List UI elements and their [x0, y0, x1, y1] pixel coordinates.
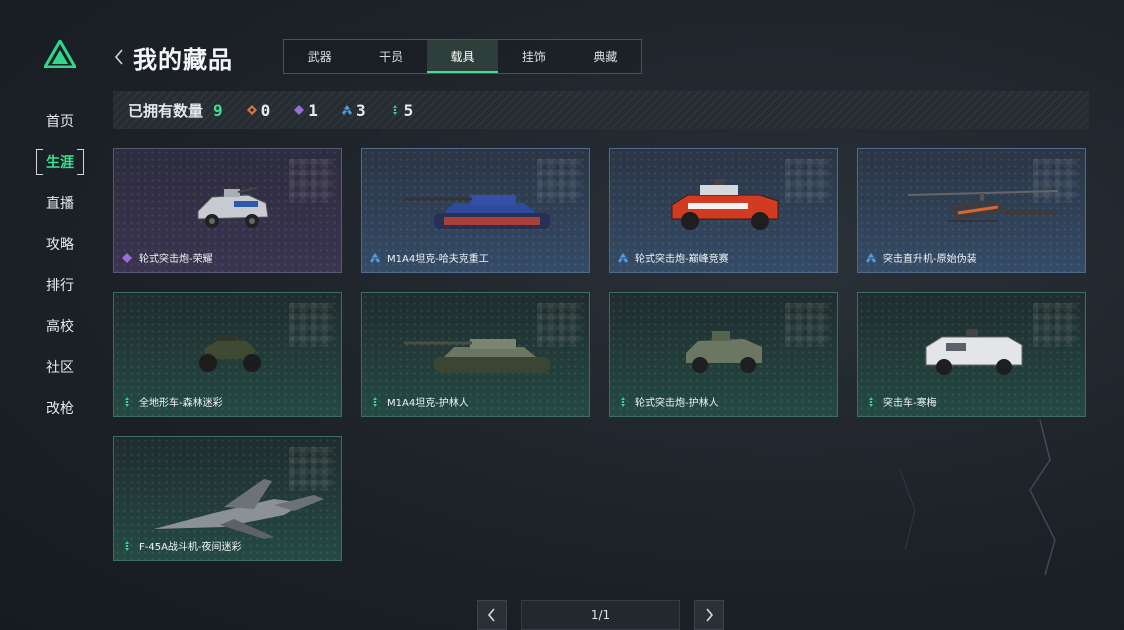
tab-operators[interactable]: 干员 [355, 40, 426, 73]
collection-tabs: 武器 干员 载具 挂饰 典藏 [283, 39, 642, 74]
owned-total-count: 9 [213, 100, 223, 120]
vehicle-name: 轮式突击炮-荣耀 [139, 254, 213, 265]
vehicle-card[interactable]: M1A4坦克-护林人 [361, 292, 590, 417]
orange-count: 0 [260, 100, 271, 120]
nav-item-career[interactable]: 生涯 [34, 141, 86, 182]
tank-icon [404, 339, 550, 373]
vehicle-card-label: M1A4坦克-哈夫克重工 [370, 250, 489, 265]
vehicle-name: 突击直升机-原始伪装 [883, 254, 977, 265]
blue-gem-icon [341, 105, 352, 115]
owned-count-label: 已拥有数量 [128, 101, 204, 120]
prev-page-button[interactable] [477, 600, 507, 630]
purple-gem-icon [294, 105, 305, 115]
vehicle-card-label: 全地形车-森林迷彩 [122, 394, 223, 409]
orange-gem-icon [246, 105, 257, 115]
blue-gem-icon [618, 252, 628, 263]
nav-item-live[interactable]: 直播 [34, 182, 86, 223]
chevron-left-icon [487, 608, 495, 622]
green-gem-icon [125, 396, 129, 407]
tab-weapons[interactable]: 武器 [284, 40, 355, 73]
vehicle-name: 轮式突击炮-护林人 [635, 398, 719, 409]
purple-gem-icon [122, 252, 132, 263]
next-page-button[interactable] [694, 600, 724, 630]
app-logo-icon [44, 40, 76, 68]
vehicle-card[interactable]: F-45A战斗机-夜间迷彩 [113, 436, 342, 561]
vehicle-card[interactable]: 突击直升机-原始伪装 [857, 148, 1086, 273]
tab-vehicles[interactable]: 载具 [426, 40, 499, 73]
vehicle-card[interactable]: M1A4坦克-哈夫克重工 [361, 148, 590, 273]
vehicle-card[interactable]: 轮式突击炮-荣耀 [113, 148, 342, 273]
nav-item-gunsmith[interactable]: 改枪 [34, 387, 86, 428]
vehicle-name: F-45A战斗机-夜间迷彩 [139, 542, 242, 553]
green-count: 5 [403, 100, 414, 120]
purple-rarity-count: 1 [294, 101, 318, 120]
vehicle-card[interactable]: 全地形车-森林迷彩 [113, 292, 342, 417]
vehicle-name: 轮式突击炮-巅峰竞赛 [635, 254, 729, 265]
vehicle-card-label: 轮式突击炮-荣耀 [122, 250, 213, 265]
sidebar-nav: 首页 生涯 直播 攻略 排行 高校 社区 改枪 [34, 100, 86, 428]
helicopter-icon [907, 190, 1059, 222]
vehicle-card-label: 轮式突击炮-巅峰竞赛 [618, 250, 729, 265]
green-gem-icon [125, 540, 129, 551]
back-chevron-icon[interactable] [113, 48, 125, 66]
tab-collectibles[interactable]: 典藏 [570, 40, 641, 73]
ownership-stats-bar: 已拥有数量 9 0 1 3 5 [113, 91, 1089, 129]
vehicle-card-label: 轮式突击炮-护林人 [618, 394, 719, 409]
vehicle-card-label: 突击直升机-原始伪装 [866, 250, 977, 265]
vehicle-card-label: F-45A战斗机-夜间迷彩 [122, 538, 242, 553]
vehicle-card-label: M1A4坦克-护林人 [370, 394, 469, 409]
tank-icon [404, 195, 550, 229]
vehicle-card[interactable]: 突击车-寒梅 [857, 292, 1086, 417]
blue-count: 3 [355, 100, 366, 120]
orange-rarity-count: 0 [246, 100, 271, 120]
vehicle-card[interactable]: 轮式突击炮-护林人 [609, 292, 838, 417]
armored-car-icon [197, 187, 269, 228]
green-gem-icon [373, 396, 377, 407]
fighter-jet-icon [154, 479, 324, 539]
armored-car-icon [671, 179, 779, 230]
blue-gem-icon [866, 252, 876, 263]
vehicle-name: M1A4坦克-哈夫克重工 [387, 254, 489, 265]
armored-car-icon [686, 331, 762, 373]
page-indicator: 1/1 [521, 600, 680, 630]
nav-item-ranking[interactable]: 排行 [34, 264, 86, 305]
blue-rarity-count: 3 [341, 100, 366, 120]
green-rarity-count: 5 [390, 100, 414, 120]
vehicle-card[interactable]: 轮式突击炮-巅峰竞赛 [609, 148, 838, 273]
page-title: 我的藏品 [133, 46, 233, 74]
atv-icon [199, 335, 261, 372]
green-gem-icon [621, 396, 625, 407]
nav-item-universities[interactable]: 高校 [34, 305, 86, 346]
vehicle-name: 全地形车-森林迷彩 [139, 398, 223, 409]
purple-count: 1 [308, 100, 318, 120]
nav-item-home[interactable]: 首页 [34, 100, 86, 141]
background-lightning [899, 419, 1056, 576]
vehicle-name: M1A4坦克-护林人 [387, 398, 469, 409]
nav-item-guides[interactable]: 攻略 [34, 223, 86, 264]
assault-vehicle-icon [925, 329, 1023, 375]
tab-charms[interactable]: 挂饰 [498, 40, 569, 73]
chevron-right-icon [706, 608, 714, 622]
green-gem-icon [392, 105, 397, 115]
blue-gem-icon [370, 252, 380, 263]
nav-item-community[interactable]: 社区 [34, 346, 86, 387]
